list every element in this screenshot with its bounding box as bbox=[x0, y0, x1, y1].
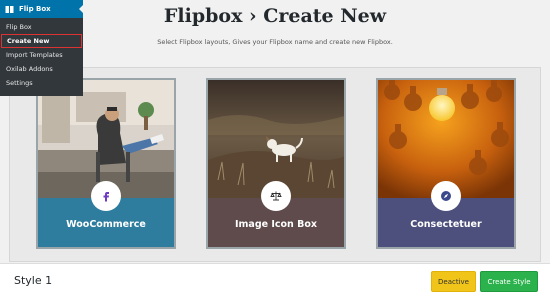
flipbox-submenu: Flip Box Create New Import Templates Oxi… bbox=[0, 18, 83, 96]
submenu-item-oxilab-addons[interactable]: Oxilab Addons bbox=[0, 62, 83, 76]
create-style-button[interactable]: Create Style bbox=[480, 271, 538, 292]
flipbox-icon bbox=[5, 5, 14, 14]
flipbox-card-image-icon-box[interactable]: Image Icon Box bbox=[206, 78, 346, 249]
menu-flipbox-title: Flip Box bbox=[19, 5, 51, 13]
admin-sidebar-menu: Flip Box Flip Box Create New Import Temp… bbox=[0, 0, 83, 96]
scale-icon bbox=[261, 181, 291, 211]
menu-flipbox-header[interactable]: Flip Box bbox=[0, 0, 83, 18]
submenu-item-settings[interactable]: Settings bbox=[0, 76, 83, 90]
facebook-icon bbox=[91, 181, 121, 211]
flipbox-card-woocommerce[interactable]: WooCommerce bbox=[36, 78, 176, 249]
submenu-item-create-new[interactable]: Create New bbox=[1, 34, 82, 48]
card-title: Image Icon Box bbox=[234, 219, 318, 230]
deactive-button[interactable]: Deactive bbox=[431, 271, 476, 292]
submenu-item-import-templates[interactable]: Import Templates bbox=[0, 48, 83, 62]
flipbox-layouts-panel: WooCommerce Image Icon Box Consectetuer bbox=[9, 67, 541, 262]
style-name-label: Style 1 bbox=[14, 274, 53, 287]
compass-icon bbox=[431, 181, 461, 211]
flipbox-card-consectetuer[interactable]: Consectetuer bbox=[376, 78, 516, 249]
card-title: Consectetuer bbox=[410, 219, 482, 230]
menu-pointer bbox=[79, 5, 83, 13]
card-title: WooCommerce bbox=[66, 219, 146, 230]
submenu-item-flip-box[interactable]: Flip Box bbox=[0, 20, 83, 34]
style-footer-bar: Style 1 Deactive Create Style bbox=[0, 263, 550, 300]
